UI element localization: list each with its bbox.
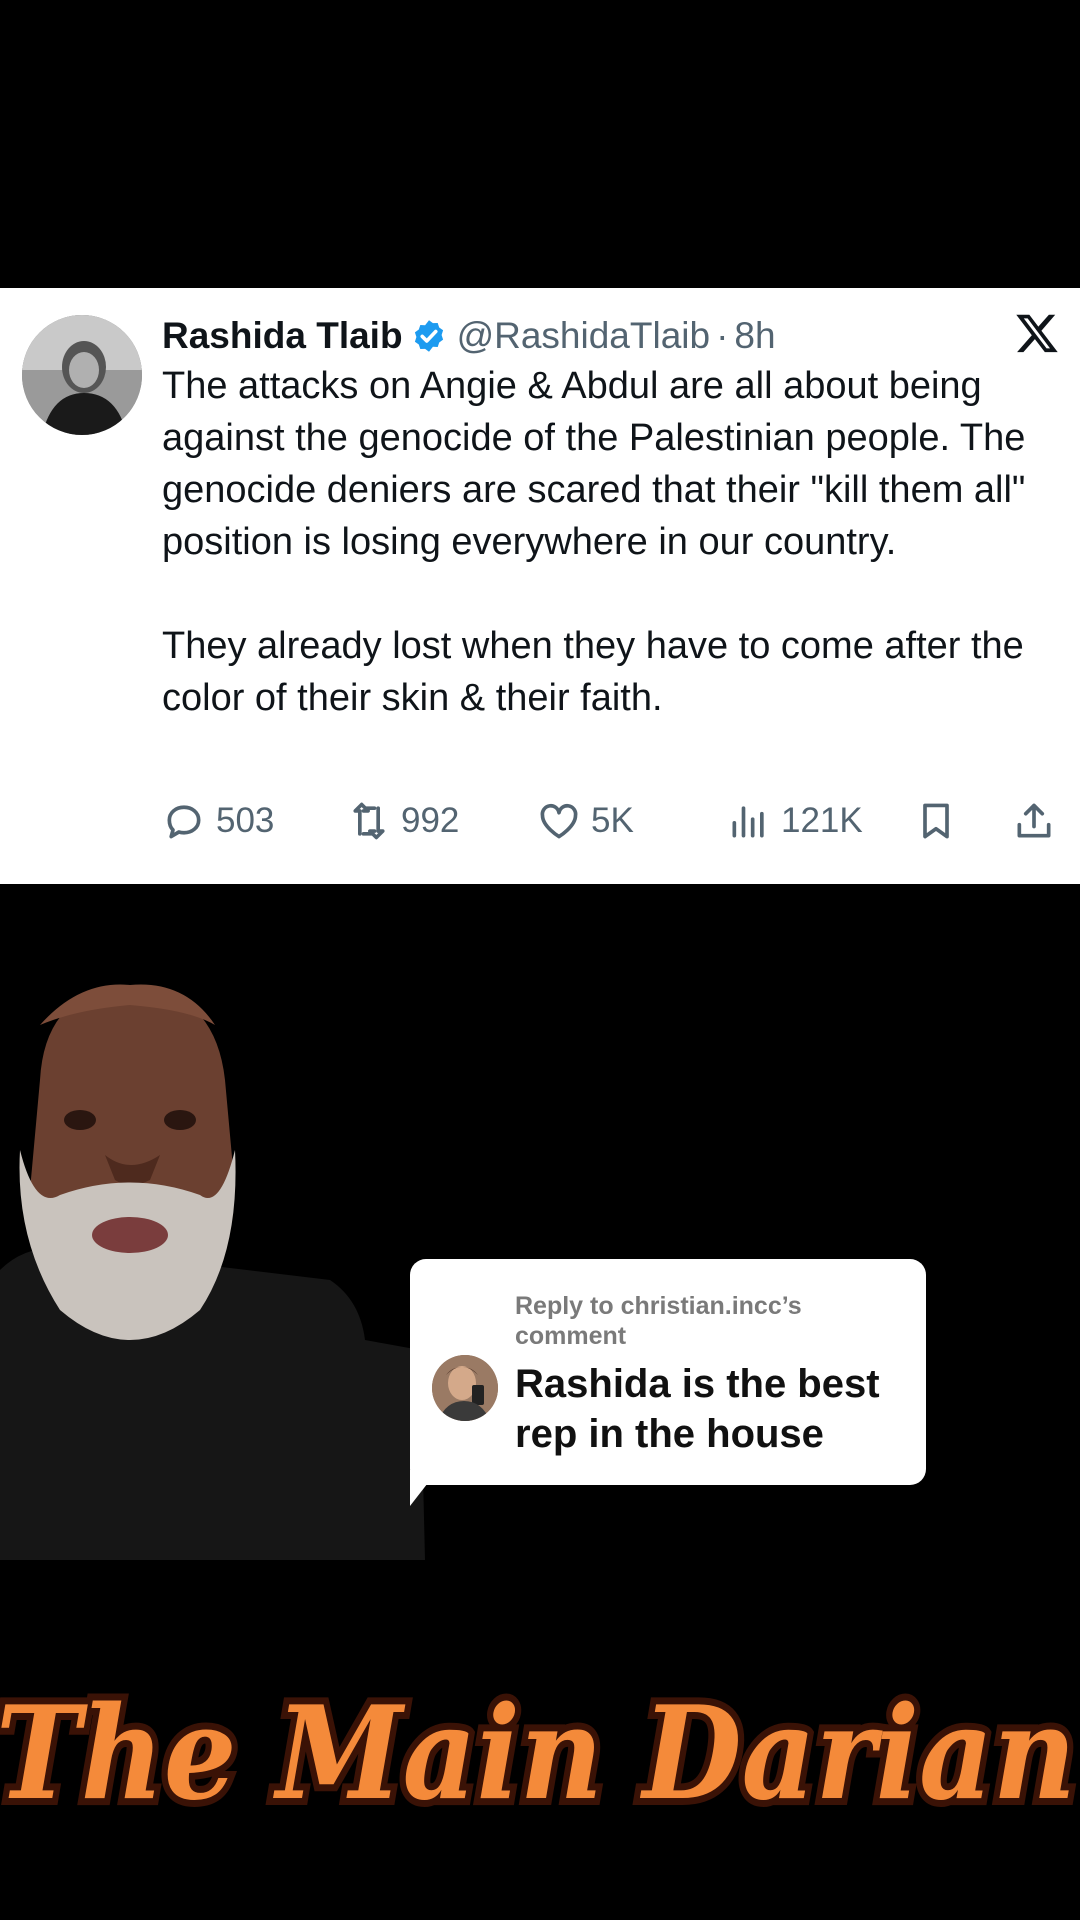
like-count: 5K xyxy=(591,801,634,840)
views-count: 121K xyxy=(781,801,863,840)
share-icon xyxy=(1017,803,1051,838)
verified-badge-icon xyxy=(414,320,443,352)
views-button[interactable]: 121K xyxy=(727,791,863,851)
tweet-header: Rashida Tlaib @RashidaTlaib · 8h xyxy=(162,308,1060,364)
share-button[interactable] xyxy=(1012,791,1056,851)
author-avatar[interactable] xyxy=(22,315,142,435)
channel-title: The Main Darian xyxy=(0,1672,1080,1830)
tweet-actions: 503 992 5K 121K xyxy=(162,791,1062,851)
like-button[interactable]: 5K xyxy=(537,791,634,851)
commenter-avatar xyxy=(432,1355,498,1421)
tweet-card: Rashida Tlaib @RashidaTlaib · 8h The att… xyxy=(0,288,1080,884)
x-logo-icon xyxy=(1016,314,1058,353)
tweet-text: The attacks on Angie & Abdul are all abo… xyxy=(162,360,1062,724)
tweet-paragraph: The attacks on Angie & Abdul are all abo… xyxy=(162,365,1026,563)
reply-comment-bubble[interactable]: Reply to christian.incc’s comment Rashid… xyxy=(410,1259,926,1485)
author-name[interactable]: Rashida Tlaib xyxy=(162,315,403,357)
bookmark-button[interactable] xyxy=(914,791,958,851)
reply-bubble-tail xyxy=(410,1470,438,1506)
channel-title-text: The Main Darian xyxy=(0,1679,1076,1829)
bookmark-icon xyxy=(923,803,949,839)
tweet-time[interactable]: 8h xyxy=(734,315,775,357)
heart-icon xyxy=(540,803,578,839)
repost-icon xyxy=(353,802,385,840)
reply-bubble-icon xyxy=(167,805,201,839)
repost-count: 992 xyxy=(401,801,460,840)
reply-button[interactable]: 503 xyxy=(162,791,274,851)
reply-count: 503 xyxy=(216,801,275,840)
views-bar-icon xyxy=(732,806,764,838)
presenter-video xyxy=(0,984,425,1560)
reply-to-label: Reply to christian.incc’s comment xyxy=(515,1292,802,1350)
tweet-paragraph: They already lost when they have to come… xyxy=(162,625,1024,719)
author-handle[interactable]: @RashidaTlaib xyxy=(457,315,711,357)
header-separator: · xyxy=(716,315,729,356)
repost-button[interactable]: 992 xyxy=(347,791,459,851)
reply-comment-text: Rashida is the best rep in the house xyxy=(515,1362,880,1456)
